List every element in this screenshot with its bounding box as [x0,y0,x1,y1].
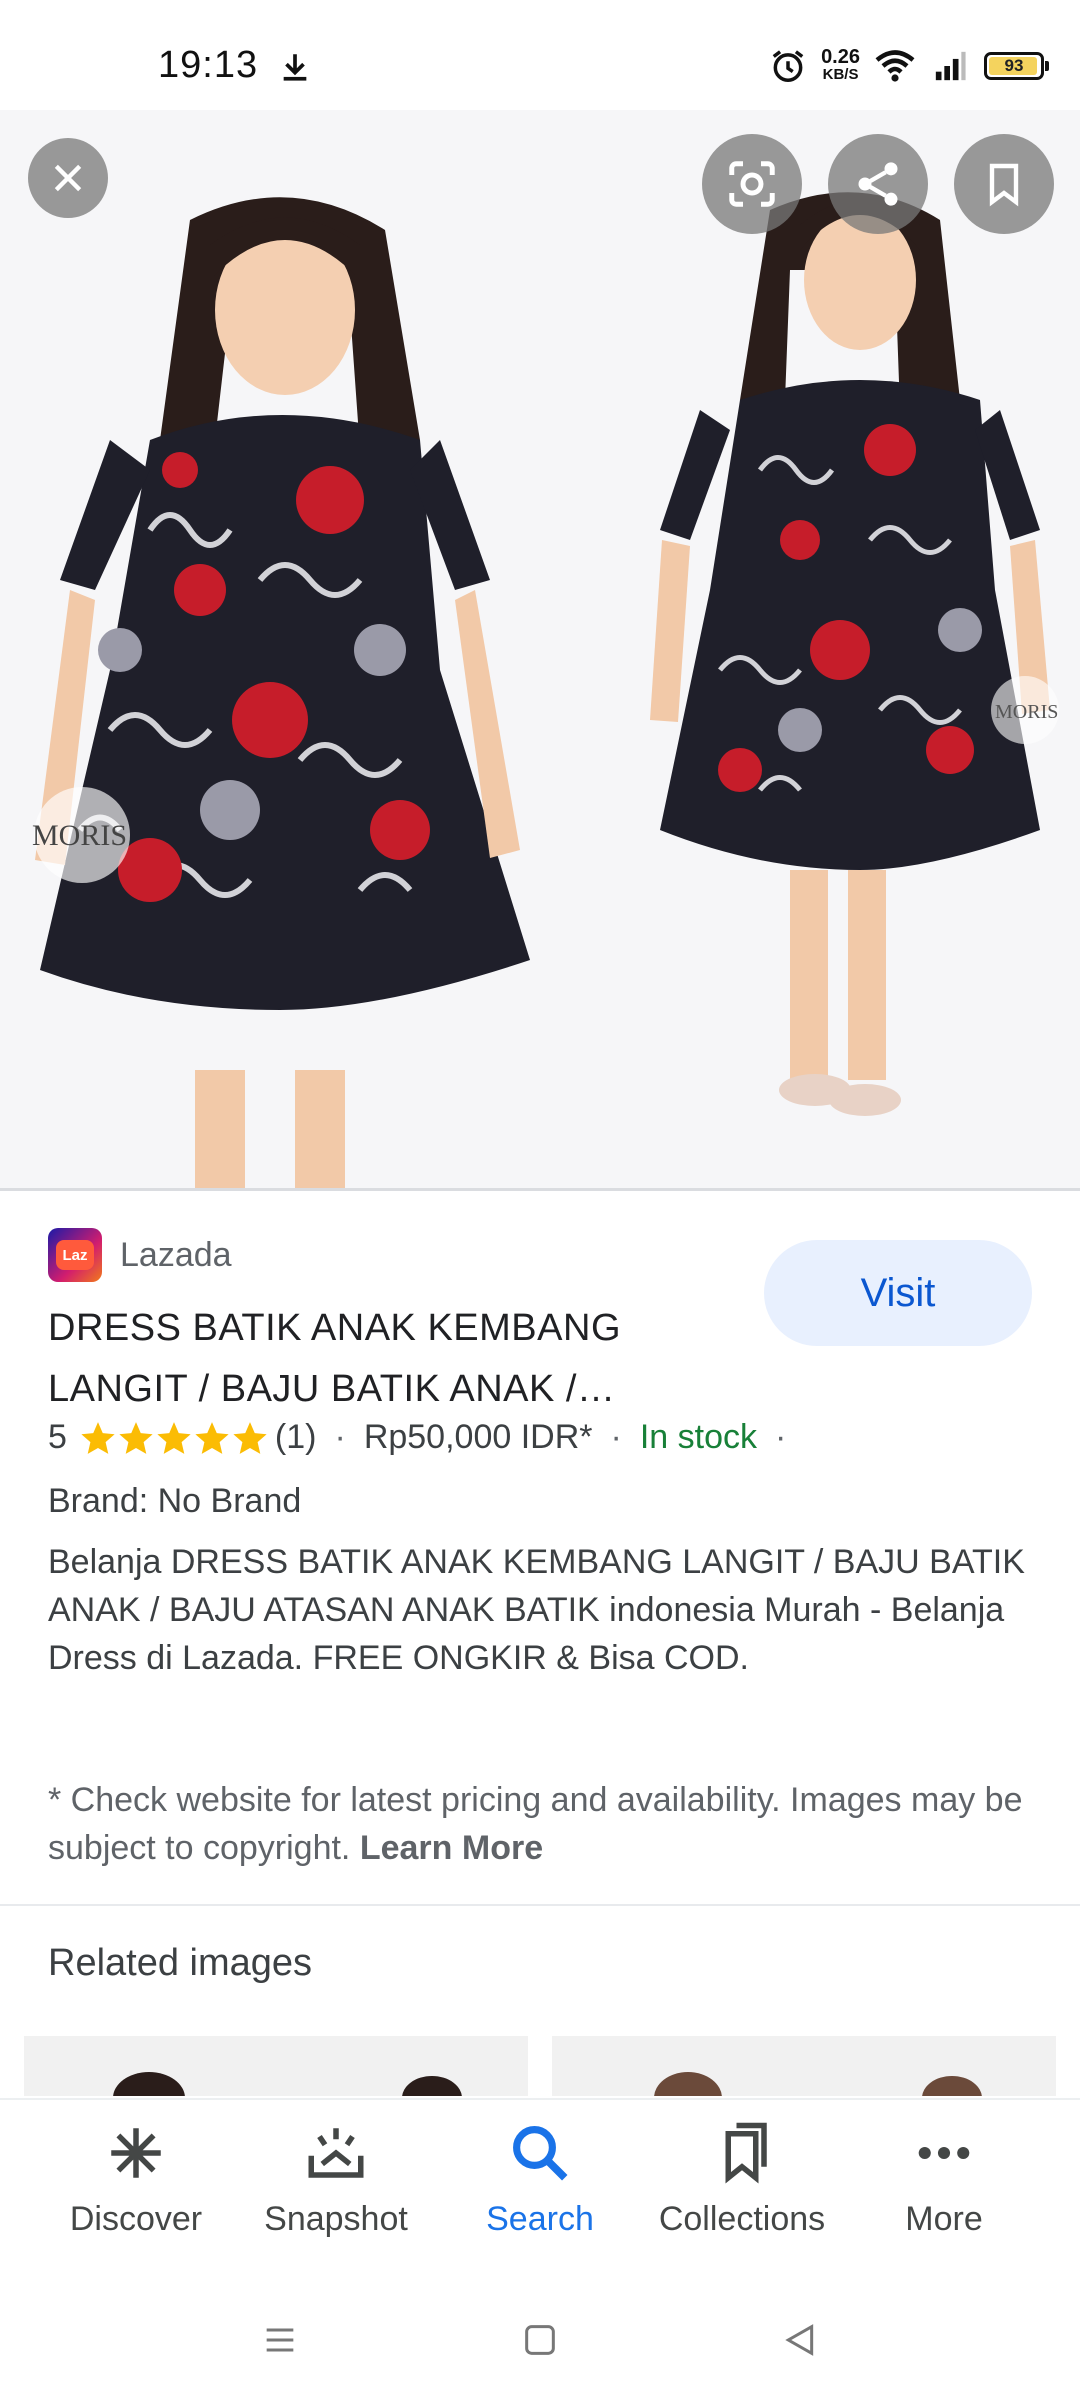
related-images-title: Related images [48,1942,313,1984]
status-bar: 19:13 0.26 KB/S 93 [0,0,1080,110]
price: Rp50,000 IDR* [363,1418,593,1456]
nav-label: Search [486,2200,594,2238]
watermark-left: MORIS [32,819,127,852]
menu-icon [266,2328,294,2352]
rating-stars [79,1419,269,1457]
home-square-icon [525,2325,555,2355]
left-child-figure: MORIS [32,197,530,1190]
nav-label: Collections [658,2200,826,2238]
nav-label: Discover [69,2200,203,2238]
availability: In stock [639,1418,757,1456]
star-icon [81,1421,115,1454]
review-count: (1) [274,1418,317,1456]
nav-label: Snapshot [264,2200,408,2238]
related-image-preview [654,2072,982,2096]
lazada-logo: Laz [48,1228,102,1282]
brand: Brand: No Brand [48,1482,302,1520]
snapshot-icon [308,2128,364,2178]
separator: · [610,1418,622,1456]
watermark-right: MORIS [995,701,1058,723]
source-row[interactable]: Laz Lazada [48,1228,232,1282]
related-image-preview [113,2072,462,2096]
separator: · [775,1418,787,1456]
separator: · [334,1418,346,1456]
network-speed-unit: KB/S [822,66,859,83]
back-button[interactable] [770,2310,830,2370]
product-title[interactable]: DRESS BATIK ANAK KEMBANG LANGIT / BAJU B… [48,1298,688,1420]
right-child-figure: MORIS [650,192,1059,1116]
network-speed-value: 0.26 [821,46,860,68]
star-icon [233,1421,267,1454]
battery-indicator: 93 [984,52,1049,80]
close-button[interactable] [28,138,108,218]
asterisk-icon [111,2128,161,2178]
signal-icon [935,51,966,81]
bookmark-button[interactable] [954,134,1054,234]
status-time: 19:13 [158,44,259,86]
wifi-icon [875,50,915,82]
section-divider [0,1904,1080,1906]
star-icon [119,1421,153,1454]
download-icon [283,54,307,81]
nav-discover[interactable]: Discover [36,2120,236,2239]
bookmark-icon [989,163,1019,207]
product-image[interactable]: MORIS MORIS [0,110,1080,1190]
more-icon [918,2146,970,2160]
nav-label: More [905,2200,983,2238]
lazada-logo-text: Laz [56,1240,94,1270]
share-button[interactable] [828,134,928,234]
system-navigation [0,2280,1080,2400]
alarm-icon [772,50,804,82]
meta-row: 5 (1) · Rp50,000 IDR* · In stock · [48,1418,804,1457]
learn-more-link[interactable]: Learn More [360,1829,543,1867]
disclaimer: * Check website for latest pricing and a… [48,1776,1028,1872]
battery-percent: 93 [1004,56,1024,75]
image-divider [0,1188,1080,1191]
home-button[interactable] [510,2310,570,2370]
nav-collections[interactable]: Collections [642,2120,842,2239]
source-name: Lazada [120,1235,232,1274]
star-icon [157,1421,191,1454]
collections-icon [725,2122,767,2184]
bottom-navigation: Discover Snapshot Search Collections Mor… [0,2098,1080,2280]
share-icon [858,162,898,206]
related-image-thumbnail[interactable] [24,2036,528,2096]
rating-value: 5 [48,1418,67,1456]
nav-search[interactable]: Search [440,2120,640,2239]
product-photo: MORIS MORIS [32,192,1059,1190]
nav-more[interactable]: More [844,2120,1044,2239]
related-image-thumbnail[interactable] [552,2036,1056,2096]
close-icon [54,164,82,192]
recent-apps-button[interactable] [250,2310,310,2370]
network-speed: 0.26 KB/S [821,46,860,84]
visit-button[interactable]: Visit [764,1240,1032,1346]
status-icons: 0.26 KB/S 93 [769,44,1049,88]
lens-icon [729,161,775,207]
product-description: Belanja DRESS BATIK ANAK KEMBANG LANGIT … [48,1543,1025,1677]
nav-snapshot[interactable]: Snapshot [236,2120,436,2239]
search-icon [513,2126,568,2181]
back-triangle-icon [785,2324,814,2356]
star-icon [195,1421,229,1454]
lens-button[interactable] [702,134,802,234]
